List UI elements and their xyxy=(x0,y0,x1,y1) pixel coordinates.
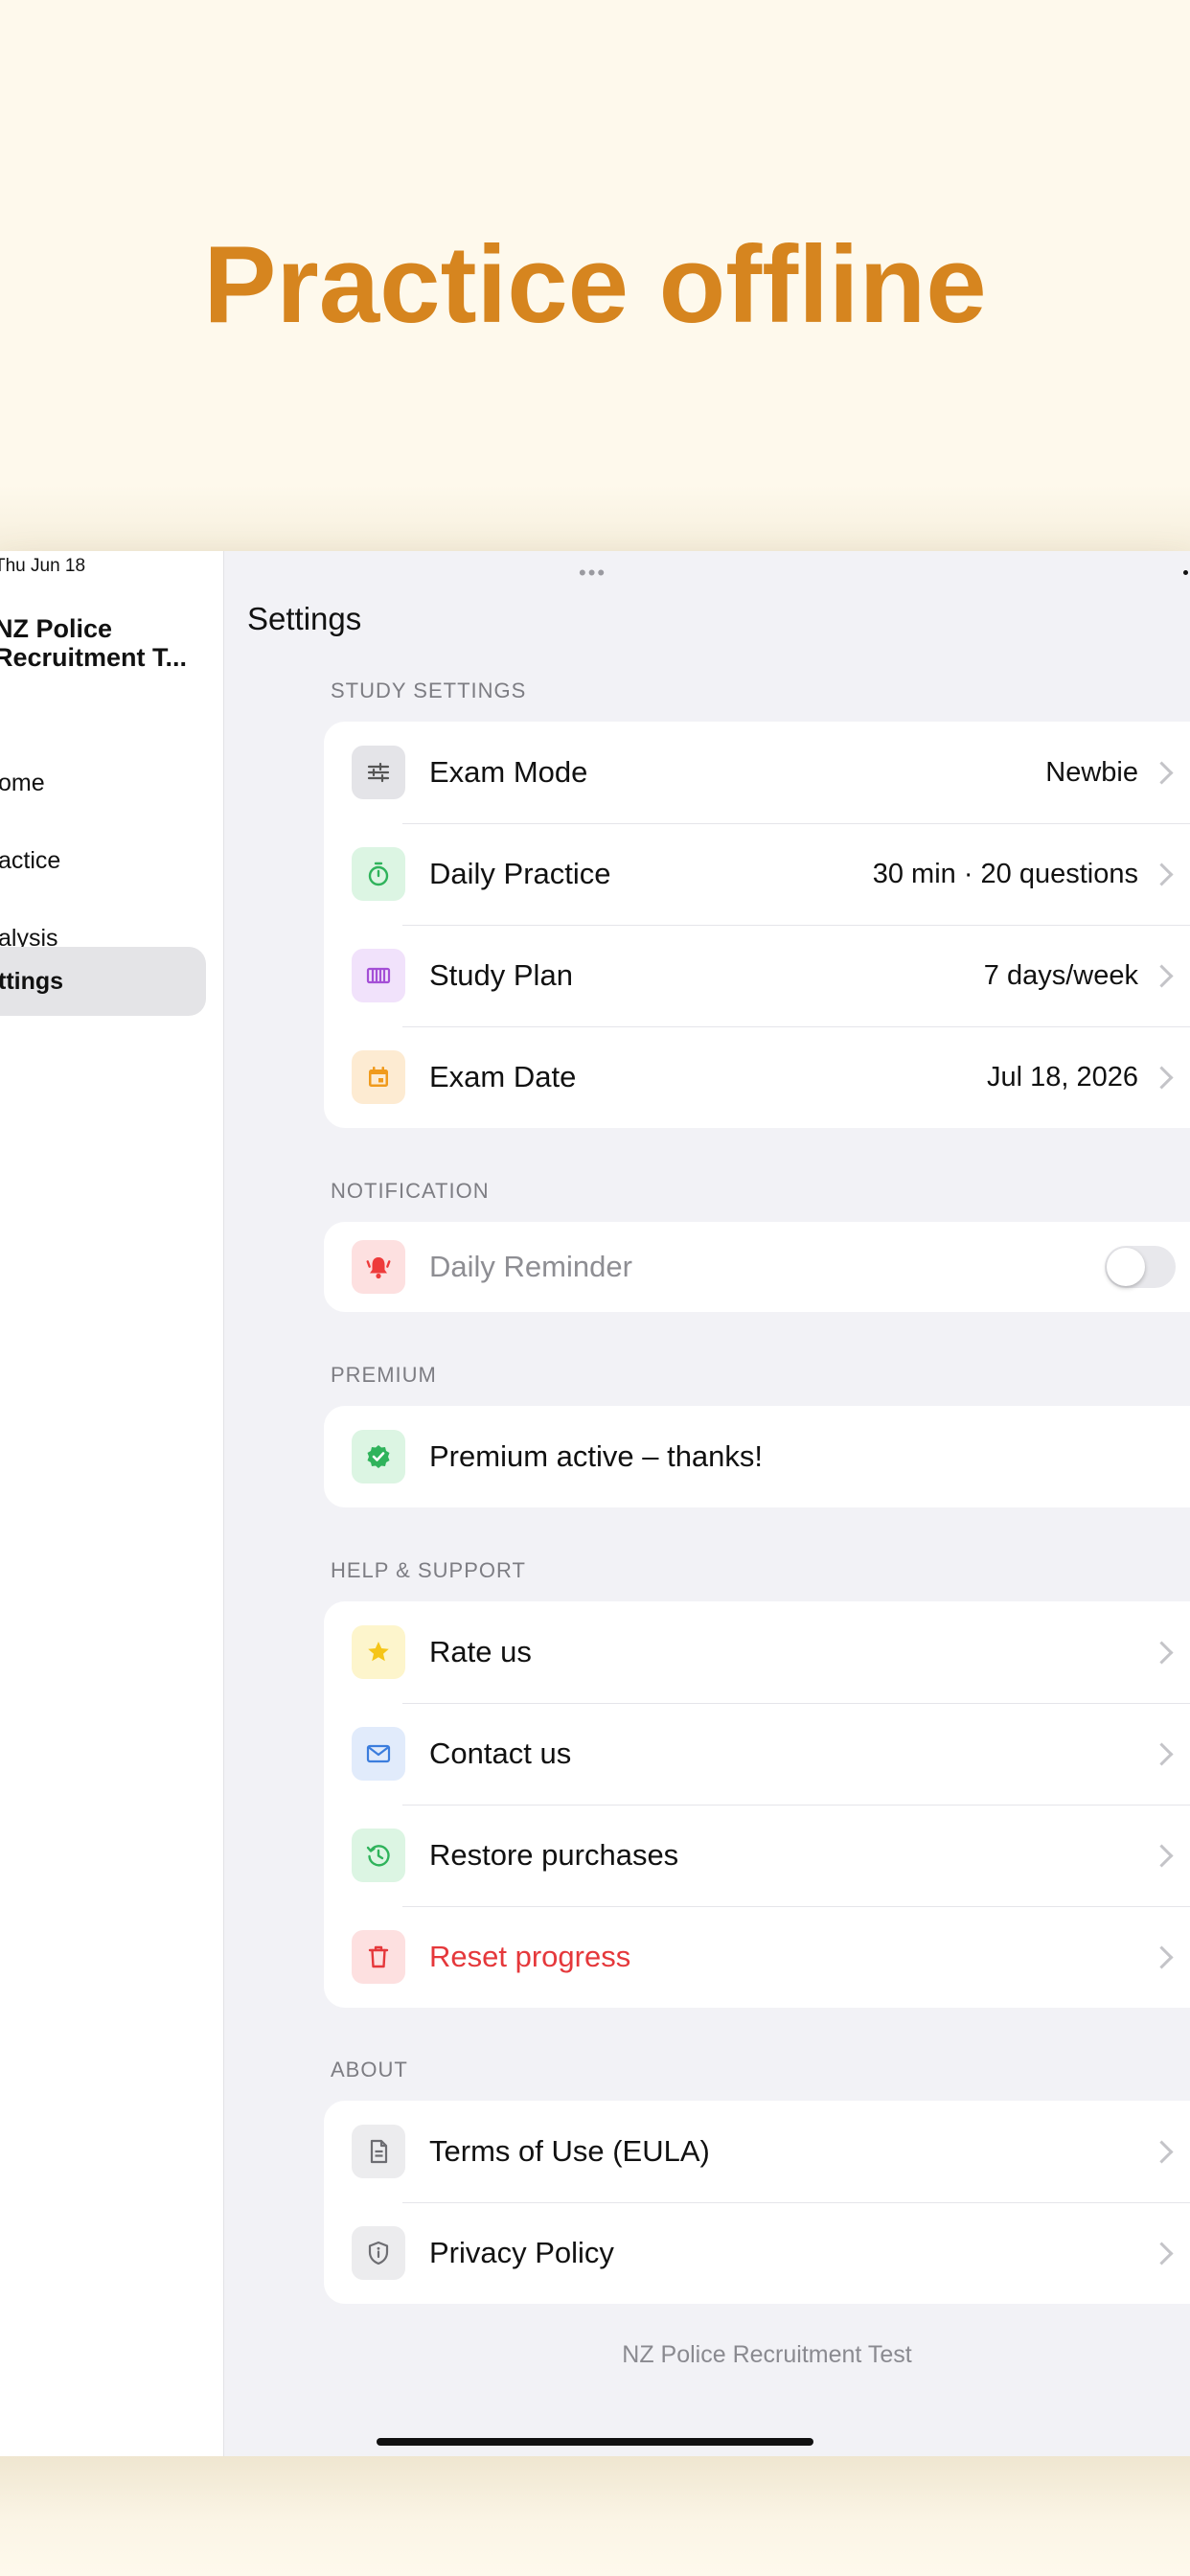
daily-reminder-row: Daily Reminder xyxy=(324,1222,1190,1312)
app-title: NZ Police Recruitment T... xyxy=(0,614,188,672)
envelope-icon xyxy=(352,1727,405,1781)
help-support-card: Rate us Contact us Restore purchases Res… xyxy=(324,1601,1190,2008)
premium-card: Premium active – thanks! xyxy=(324,1406,1190,1507)
row-label: Daily Practice xyxy=(429,857,611,890)
row-label: Restore purchases xyxy=(429,1838,679,1872)
status-date: Thu Jun 18 xyxy=(0,556,86,576)
chevron-right-icon xyxy=(1150,2139,1174,2164)
sidebar-item-label: ttings xyxy=(0,967,64,995)
section-header-study: STUDY SETTINGS xyxy=(331,678,527,702)
sidebar-item-practice[interactable]: actice xyxy=(0,826,206,895)
about-card: Terms of Use (EULA) Privacy Policy xyxy=(324,2101,1190,2304)
promo-title: Practice offline xyxy=(203,224,987,346)
chevron-right-icon xyxy=(1150,1843,1174,1868)
row-label: Study Plan xyxy=(429,958,573,992)
row-value: Newbie xyxy=(1045,756,1138,788)
rate-us-row[interactable]: Rate us xyxy=(324,1601,1190,1703)
row-label: Contact us xyxy=(429,1736,572,1770)
app-footer-label: NZ Police Recruitment Test xyxy=(622,2341,912,2368)
document-icon xyxy=(352,2125,405,2178)
chevron-right-icon xyxy=(1150,963,1174,988)
shield-icon xyxy=(352,2226,405,2280)
sidebar-item-home[interactable]: ome xyxy=(0,748,206,817)
terms-of-use-row[interactable]: Terms of Use (EULA) xyxy=(324,2101,1190,2202)
chevron-right-icon xyxy=(1150,1640,1174,1665)
trash-icon xyxy=(352,1930,405,1984)
premium-status-row: Premium active – thanks! xyxy=(324,1406,1190,1507)
page-title: Settings xyxy=(247,601,362,636)
study-plan-row[interactable]: Study Plan 7 days/week xyxy=(324,925,1190,1026)
notification-card: Daily Reminder xyxy=(324,1222,1190,1312)
restore-purchases-row[interactable]: Restore purchases xyxy=(324,1805,1190,1906)
chevron-right-icon xyxy=(1150,760,1174,785)
row-label: Exam Date xyxy=(429,1060,577,1093)
multitasking-dots[interactable]: ••• xyxy=(579,561,606,586)
sidebar: Thu Jun 18 NZ Police Recruitment T... om… xyxy=(0,551,224,2456)
chevron-right-icon xyxy=(1150,1741,1174,1766)
row-label: Rate us xyxy=(429,1635,532,1668)
sidebar-item-label: ome xyxy=(0,769,45,796)
sidebar-item-settings[interactable]: ttings xyxy=(0,947,206,1016)
daily-practice-row[interactable]: Daily Practice 30 min · 20 questions xyxy=(324,823,1190,925)
row-label: Premium active – thanks! xyxy=(429,1439,764,1473)
history-icon xyxy=(352,1828,405,1882)
section-header-about: ABOUT xyxy=(331,2058,408,2082)
section-header-premium: PREMIUM xyxy=(331,1363,437,1387)
study-settings-card: Exam Mode Newbie Daily Practice 30 min ·… xyxy=(324,722,1190,1128)
ipad-screen: Thu Jun 18 NZ Police Recruitment T... om… xyxy=(0,551,1190,2456)
timer-icon xyxy=(352,847,405,901)
row-value: 7 days/week xyxy=(983,959,1138,991)
privacy-policy-row[interactable]: Privacy Policy xyxy=(324,2202,1190,2304)
verified-badge-icon xyxy=(352,1430,405,1484)
home-indicator[interactable] xyxy=(377,2438,813,2446)
promo-header: Practice offline xyxy=(0,0,1190,551)
chevron-right-icon xyxy=(1150,1944,1174,1969)
bell-icon xyxy=(352,1240,405,1294)
row-label: Daily Reminder xyxy=(429,1250,632,1283)
section-header-notification: NOTIFICATION xyxy=(331,1179,490,1203)
chevron-right-icon xyxy=(1150,1065,1174,1090)
daily-reminder-toggle[interactable] xyxy=(1105,1246,1176,1288)
sidebar-item-label: actice xyxy=(0,846,61,874)
chevron-right-icon xyxy=(1150,862,1174,886)
toggle-knob xyxy=(1107,1248,1145,1286)
row-label: Terms of Use (EULA) xyxy=(429,2134,710,2168)
chevron-right-icon xyxy=(1150,2241,1174,2266)
status-dot xyxy=(1183,570,1188,575)
calendar-grid-icon xyxy=(352,949,405,1002)
exam-date-row[interactable]: Exam Date Jul 18, 2026 xyxy=(324,1026,1190,1128)
row-label: Privacy Policy xyxy=(429,2236,614,2269)
exam-mode-row[interactable]: Exam Mode Newbie xyxy=(324,722,1190,823)
row-label: Reset progress xyxy=(429,1940,631,1973)
star-icon xyxy=(352,1625,405,1679)
sliders-icon xyxy=(352,746,405,799)
calendar-icon xyxy=(352,1050,405,1104)
promo-footer-band xyxy=(0,2456,1190,2576)
row-label: Exam Mode xyxy=(429,755,588,789)
section-header-help: HELP & SUPPORT xyxy=(331,1558,526,1582)
contact-us-row[interactable]: Contact us xyxy=(324,1703,1190,1805)
row-value: Jul 18, 2026 xyxy=(986,1061,1138,1092)
reset-progress-row[interactable]: Reset progress xyxy=(324,1906,1190,2008)
row-value: 30 min · 20 questions xyxy=(872,858,1138,889)
